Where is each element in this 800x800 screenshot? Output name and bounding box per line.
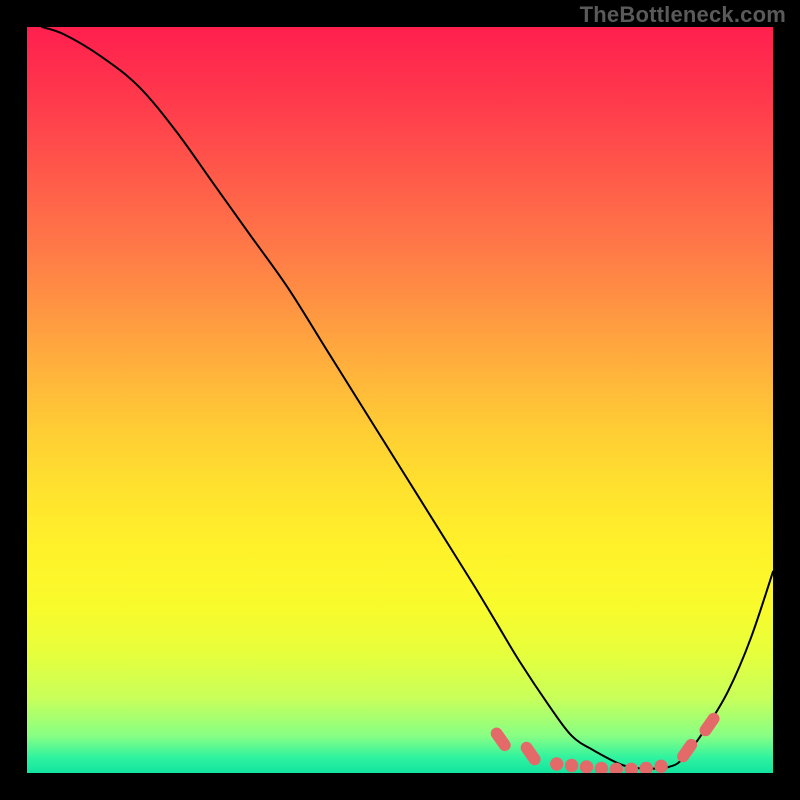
valley-marker-dot: [565, 759, 578, 772]
attribution-text: TheBottleneck.com: [580, 2, 786, 28]
valley-marker-dot: [550, 757, 563, 770]
valley-marker-pill: [675, 737, 700, 765]
valley-marker-dot: [595, 762, 608, 773]
valley-marker-dot: [625, 763, 638, 773]
valley-marker-pill: [518, 739, 543, 767]
valley-marker-dot: [580, 760, 593, 773]
plot-area: [27, 27, 773, 773]
valley-marker-pill: [488, 725, 513, 753]
chart-overlay: [27, 27, 773, 773]
curve-path: [42, 27, 773, 769]
chart-frame: TheBottleneck.com: [0, 0, 800, 800]
valley-marker-dot: [654, 760, 667, 773]
valley-marker-dot: [640, 762, 653, 773]
